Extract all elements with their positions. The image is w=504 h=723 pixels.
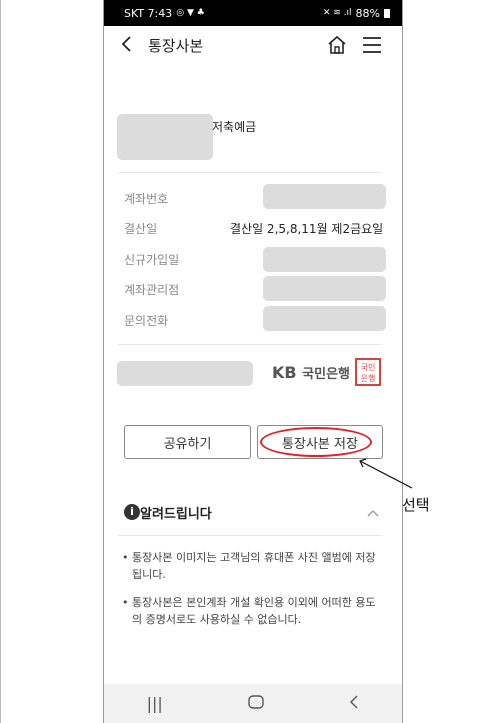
divider — [118, 344, 382, 345]
notice-item-text: 통장사본 이미지는 고객님의 휴대폰 사진 앨범에 저장됩니다. — [132, 551, 376, 581]
account-number-label: 계좌번호 — [124, 192, 169, 206]
battery-level: 88% — [355, 6, 380, 20]
page-title: 통장사본 — [148, 37, 204, 55]
hamburger-menu-icon[interactable] — [362, 36, 382, 58]
divider — [118, 535, 382, 536]
seal-text: 국민은행 — [360, 363, 376, 383]
status-bar: SKT 7:43 ◎ ▼ ♣ ✕ ≋ .ıl 88% — [104, 0, 402, 26]
notice-item: • 통장사본 이미지는 고객님의 휴대폰 사진 앨범에 저장됩니다. — [122, 549, 384, 583]
kb-logo-mark: KB — [272, 363, 297, 382]
open-date-label: 신규가입일 — [124, 253, 180, 267]
annotation-label: 선택 — [402, 496, 430, 514]
divider — [118, 172, 382, 173]
bank-seal-stamp: 국민은행 — [355, 358, 381, 386]
back-arrow-icon[interactable] — [120, 34, 134, 59]
share-button[interactable]: 공유하기 — [124, 425, 251, 459]
branch-masked — [263, 276, 386, 301]
phone-masked — [263, 306, 386, 331]
info-icon: i — [124, 504, 140, 520]
settlement-label: 결산일 — [124, 222, 158, 236]
account-number-masked — [263, 184, 386, 209]
phone-label: 문의전화 — [124, 314, 169, 328]
open-date-masked — [263, 247, 386, 272]
notice-item-text: 통장사본은 본인계좌 개설 확인용 이외에 어떠한 용도의 증명서로도 사용하실… — [132, 596, 376, 626]
chevron-up-icon[interactable] — [366, 503, 380, 522]
settlement-value: 결산일 2,5,8,11월 제2금요일 — [230, 222, 384, 236]
notification-icons: ◎ ▼ ♣ — [176, 8, 205, 18]
home-icon[interactable] — [326, 34, 348, 60]
home-button-icon[interactable] — [248, 694, 264, 713]
frame-edge — [0, 0, 1, 723]
phone-screen: SKT 7:43 ◎ ▼ ♣ ✕ ≋ .ıl 88% 통장사본 저축예금 계좌번… — [103, 0, 403, 723]
carrier-time: SKT 7:43 — [124, 6, 173, 20]
system-nav-bar: ||| — [104, 684, 402, 723]
account-holder-masked — [117, 114, 213, 160]
recent-apps-icon[interactable]: ||| — [147, 694, 163, 713]
battery-icon — [384, 8, 390, 18]
back-button-icon[interactable] — [349, 694, 359, 713]
kb-logo: KB 국민은행 — [272, 363, 350, 382]
signal-icons: ✕ ≋ .ıl — [322, 8, 352, 18]
depositor-masked — [117, 361, 253, 386]
app-bar: 통장사본 — [104, 26, 402, 66]
notice-title: 알려드립니다 — [140, 507, 212, 522]
branch-label: 계좌관리점 — [124, 283, 180, 297]
notice-item: • 통장사본은 본인계좌 개설 확인용 이외에 어떠한 용도의 증명서로도 사용… — [122, 594, 384, 628]
kb-logo-name: 국민은행 — [302, 367, 351, 382]
product-name: 저축예금 — [212, 120, 257, 134]
highlight-ellipse — [260, 427, 372, 457]
